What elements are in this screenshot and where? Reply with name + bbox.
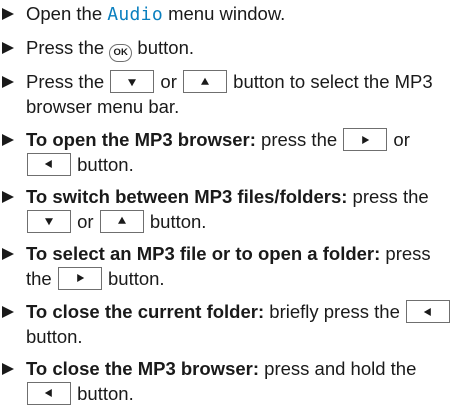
bullet-arrow-icon (2, 8, 14, 20)
step-text: button. (132, 37, 195, 58)
step-close-mp3-browser: To close the MP3 browser: press and hold… (2, 357, 458, 406)
step-open-audio-menu: Open the Audio menu window. (2, 2, 458, 28)
step-text: press the (347, 186, 429, 207)
step-text: Press the (26, 71, 110, 92)
step-text: button. (102, 267, 165, 289)
left-arrow-button-icon (406, 300, 451, 323)
bullet-arrow-icon (2, 248, 14, 260)
step-press-ok: Press the OK button. (2, 36, 458, 62)
left-arrow-button-icon (27, 152, 71, 176)
step-text: press the (255, 129, 343, 150)
step-text: Press the (26, 37, 110, 58)
step-text: press and hold the (259, 358, 417, 379)
step-text: button. (72, 153, 134, 175)
step-open-mp3-browser: To open the MP3 browser: press the or bu… (2, 128, 458, 177)
up-arrow-button-icon (183, 70, 228, 93)
step-text: briefly press the (264, 301, 406, 322)
bullet-arrow-icon (2, 191, 14, 203)
bullet-arrow-icon (2, 306, 14, 318)
step-text: Open the (26, 3, 108, 24)
down-arrow-button-icon (110, 70, 155, 93)
bullet-arrow-icon (2, 42, 14, 54)
step-heading: To close the current folder: (26, 301, 265, 322)
step-text: button. (26, 325, 83, 347)
bullet-arrow-icon (2, 134, 14, 146)
left-arrow-button-icon (27, 381, 71, 405)
display-text-audio: Audio (107, 4, 163, 25)
step-text: menu window. (162, 3, 286, 24)
ok-button-icon: OK (109, 44, 133, 62)
step-select-file-open-folder: To select an MP3 file or to open a folde… (2, 242, 458, 291)
step-text: or (155, 71, 183, 92)
step-select-mp3-browser: Press the or button to select the MP3 br… (2, 70, 458, 119)
step-switch-files-folders: To switch between MP3 files/folders: pre… (2, 185, 458, 234)
step-close-current-folder: To close the current folder: briefly pre… (2, 300, 458, 349)
step-heading: To open the MP3 browser: (26, 129, 256, 150)
step-heading: To close the MP3 browser: (26, 358, 260, 379)
step-heading: To switch between MP3 files/folders: (26, 186, 348, 207)
right-arrow-button-icon (343, 128, 388, 151)
step-text: or (72, 210, 99, 232)
bullet-arrow-icon (2, 363, 14, 375)
bullet-arrow-icon (2, 76, 14, 88)
step-heading: To select an MP3 file or to open a folde… (26, 243, 381, 264)
up-arrow-button-icon (99, 209, 144, 233)
step-text: button. (72, 382, 134, 404)
step-text: button. (144, 210, 207, 232)
right-arrow-button-icon (57, 266, 102, 290)
step-text: or (388, 129, 410, 150)
down-arrow-button-icon (27, 209, 71, 233)
